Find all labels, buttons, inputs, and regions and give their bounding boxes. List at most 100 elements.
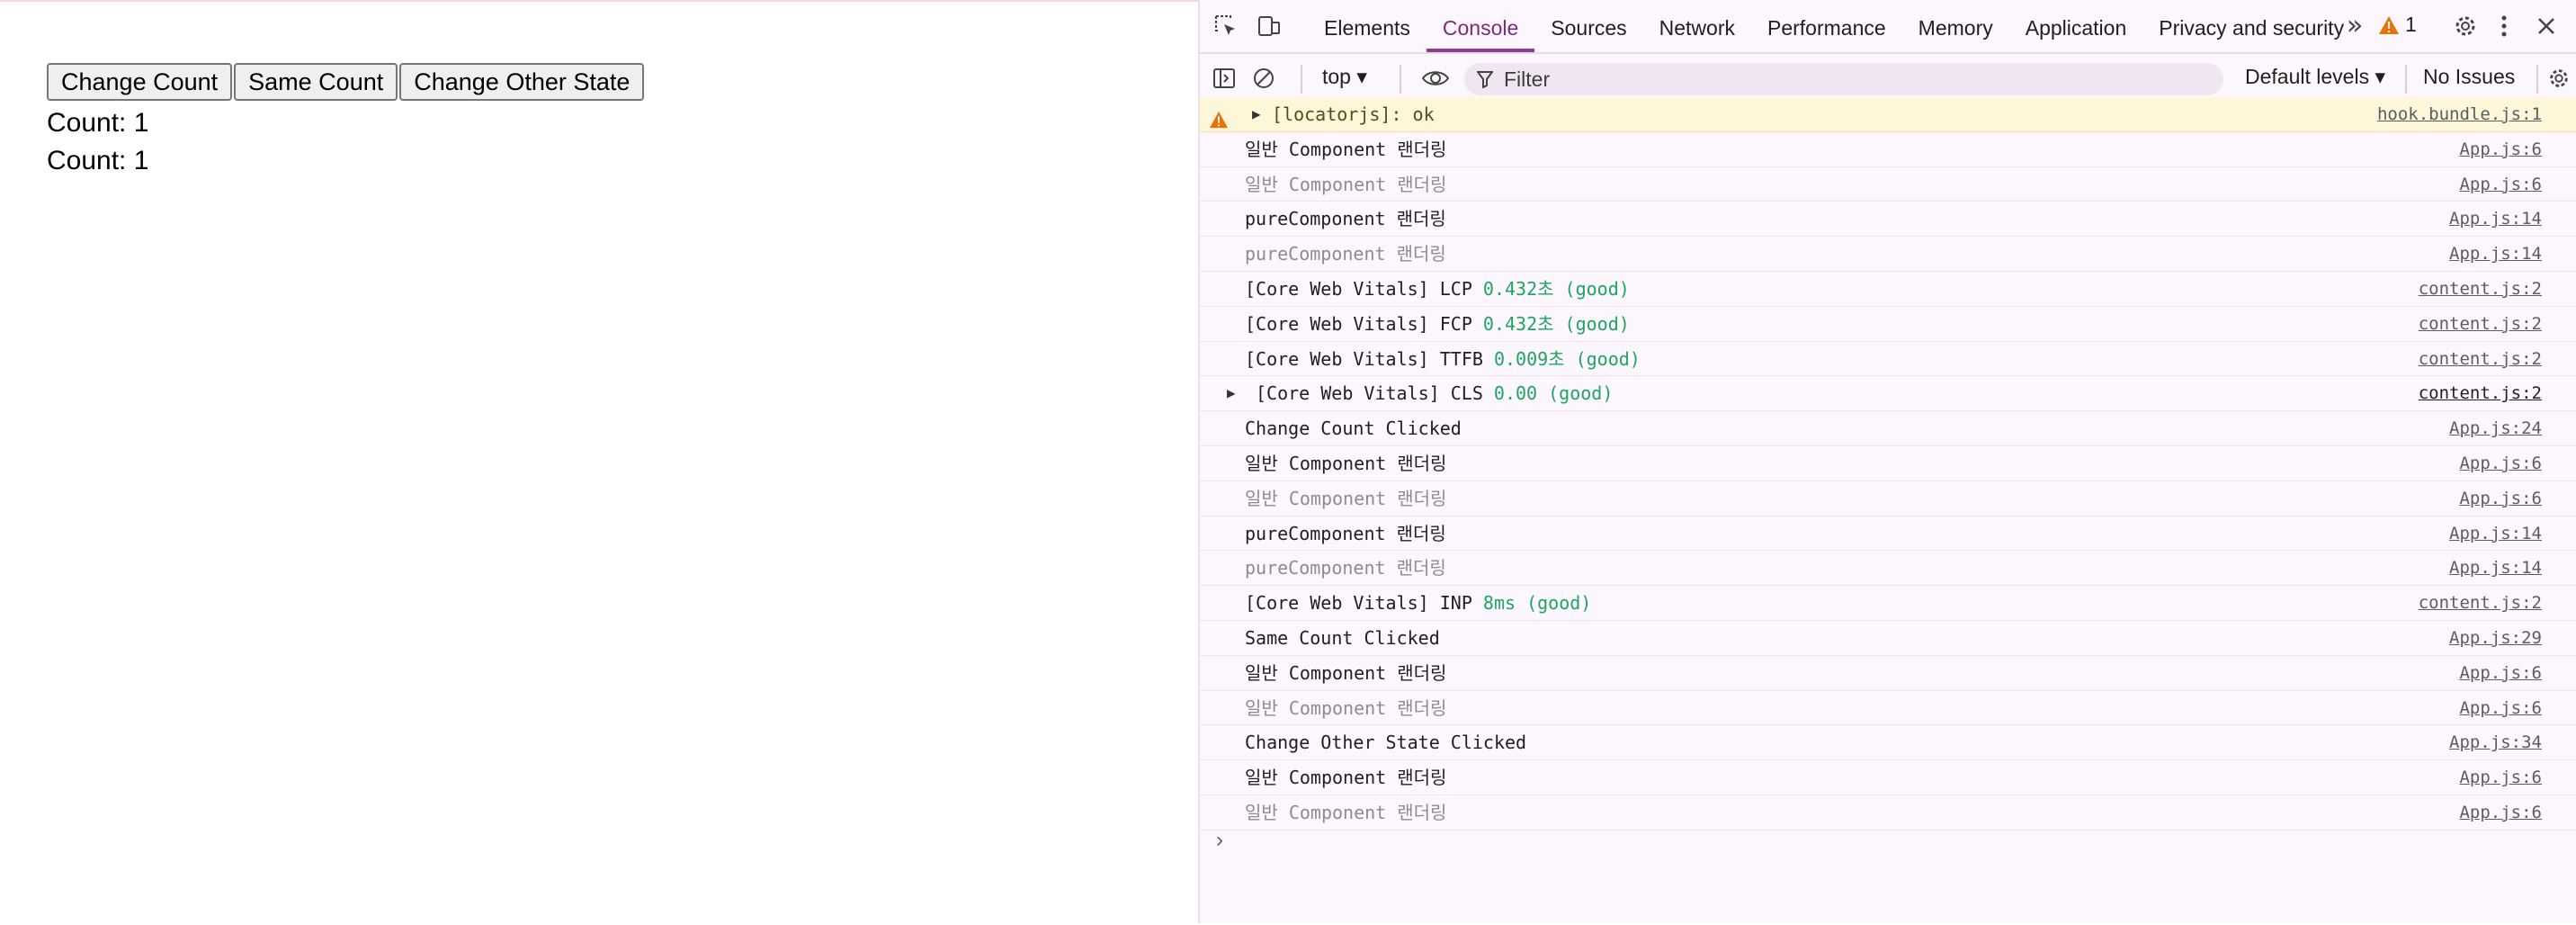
console-message-text: 일반 Component 랜더링 [1245, 452, 1447, 474]
console-message-text: 일반 Component 랜더링 [1245, 801, 1447, 823]
console-message-text: pureComponent 랜더링 [1245, 522, 1446, 544]
warnings-counter[interactable]: 1 [2378, 13, 2417, 37]
live-expression-eye-icon[interactable] [1419, 65, 1452, 92]
more-tabs-icon[interactable]: » [2340, 9, 2369, 41]
tab-memory[interactable]: Memory [1902, 0, 2009, 52]
console-log-row: pureComponent 랜더링 App.js:14 [1200, 202, 2576, 238]
button-row: Change Count Same Count Change Other Sta… [47, 63, 645, 101]
console-message-text: 일반 Component 랜더링 [1245, 173, 1447, 195]
source-link[interactable]: App.js:6 [2459, 132, 2542, 166]
issues-button[interactable]: No Issues [2423, 65, 2515, 89]
console-message-text: 일반 Component 랜더링 [1245, 138, 1447, 160]
console-log-row: 일반 Component 랜더링 App.js:6 [1200, 132, 2576, 167]
devtools-tabs: Elements Console Sources Network Perform… [1308, 0, 2360, 52]
console-log-row: Change Count Clicked App.js:24 [1200, 411, 2576, 446]
tab-console[interactable]: Console [1426, 0, 1535, 52]
source-link[interactable]: App.js:6 [2459, 656, 2542, 690]
toolbar-divider [2405, 65, 2407, 94]
devtools-panel: Elements Console Sources Network Perform… [1198, 0, 2576, 923]
metric-value: 0.432초 (good) [1482, 277, 1630, 300]
source-link[interactable]: App.js:14 [2449, 516, 2542, 551]
source-link[interactable]: content.js:2 [2419, 307, 2542, 341]
source-link[interactable]: content.js:2 [2419, 342, 2542, 376]
devtools-tabbar: Elements Console Sources Network Perform… [1200, 0, 2576, 54]
source-link[interactable]: App.js:6 [2459, 446, 2542, 480]
console-log-row: [Core Web Vitals] TTFB 0.009초 (good) cont… [1200, 342, 2576, 377]
source-link[interactable]: App.js:6 [2459, 481, 2542, 516]
tab-performance[interactable]: Performance [1751, 0, 1902, 52]
filter-box[interactable] [1464, 63, 2223, 95]
change-other-state-button[interactable]: Change Other State [399, 63, 645, 101]
source-link[interactable]: content.js:2 [2419, 376, 2542, 410]
console-message-text: 일반 Component 랜더링 [1245, 767, 1447, 789]
source-link[interactable]: App.js:14 [2449, 202, 2542, 236]
filter-input[interactable] [1502, 66, 2189, 93]
console-message-text: Change Other State Clicked [1245, 732, 1527, 754]
expand-triangle-icon[interactable]: ▶ [1252, 97, 1261, 131]
source-link[interactable]: App.js:29 [2449, 621, 2542, 655]
tab-privacy-security[interactable]: Privacy and security [2142, 0, 2360, 52]
source-link[interactable]: content.js:2 [2419, 272, 2542, 306]
console-message-text: [Core Web Vitals] LCP [1245, 277, 1483, 300]
console-message-text: [locatorjs]: ok [1272, 103, 1435, 125]
console-message-text: Same Count Clicked [1245, 626, 1440, 649]
source-link[interactable]: App.js:6 [2459, 691, 2542, 725]
console-message-text: pureComponent 랜더링 [1245, 557, 1446, 579]
console-message-text: 일반 Component 랜더링 [1245, 661, 1447, 684]
console-settings-gear-icon[interactable] [2545, 65, 2572, 92]
tab-elements[interactable]: Elements [1308, 0, 1427, 52]
toolbar-divider [1400, 65, 1401, 94]
console-log-row: pureComponent 랜더링 App.js:14 [1200, 237, 2576, 272]
device-toolbar-icon[interactable] [1256, 13, 1283, 40]
console-log-row: 일반 Component 랜더링 App.js:6 [1200, 760, 2576, 795]
console-log-row: 일반 Component 랜더링 App.js:6 [1200, 691, 2576, 726]
console-log-row[interactable]: ▶ [Core Web Vitals] CLS 0.00 (good) conten… [1200, 376, 2576, 412]
expand-triangle-icon[interactable]: ▶ [1227, 376, 1236, 410]
console-message-text: pureComponent 랜더링 [1245, 243, 1446, 265]
tab-network[interactable]: Network [1643, 0, 1751, 52]
same-count-button[interactable]: Same Count [234, 63, 398, 101]
console-message-text: Change Count Clicked [1245, 418, 1462, 440]
console-log-row: 일반 Component 랜더링 App.js:6 [1200, 167, 2576, 202]
filter-icon [1477, 71, 1493, 88]
context-selector[interactable]: top ▾ [1322, 65, 1367, 89]
console-log-row: 일반 Component 랜더링 App.js:6 [1200, 795, 2576, 831]
metric-value: 0.009초 (good) [1493, 347, 1641, 370]
log-levels-dropdown[interactable]: Default levels ▾ [2245, 65, 2385, 89]
console-messages: ▶ [locatorjs]: ok hook.bundle.js:1 일반 Compo… [1200, 97, 2576, 831]
count-display-pure: Count: 1 [47, 146, 149, 175]
tab-application[interactable]: Application [2009, 0, 2143, 52]
toolbar-divider [2536, 65, 2538, 94]
source-link[interactable]: App.js:24 [2449, 411, 2542, 445]
warning-icon [2379, 15, 2399, 34]
change-count-button[interactable]: Change Count [47, 63, 233, 101]
console-warning-row[interactable]: ▶ [locatorjs]: ok hook.bundle.js:1 [1200, 97, 2576, 132]
clear-console-icon[interactable] [1250, 65, 1277, 92]
inspect-element-icon[interactable] [1212, 13, 1239, 40]
source-link[interactable]: App.js:6 [2459, 760, 2542, 795]
source-link[interactable]: App.js:6 [2459, 167, 2542, 202]
console-prompt[interactable]: › [1216, 828, 1223, 853]
metric-value: 8ms (good) [1482, 592, 1592, 615]
console-log-row: [Core Web Vitals] INP 8ms (good) content.… [1200, 586, 2576, 621]
source-link[interactable]: App.js:6 [2459, 795, 2542, 830]
kebab-menu-icon[interactable] [2495, 13, 2513, 40]
source-link[interactable]: hook.bundle.js:1 [2377, 97, 2542, 131]
console-message-text: [Core Web Vitals] INP [1245, 592, 1483, 615]
page-viewport: Change Count Same Count Change Other Sta… [0, 0, 1198, 925]
source-link[interactable]: App.js:14 [2449, 237, 2542, 271]
console-log-row: 일반 Component 랜더링 App.js:6 [1200, 656, 2576, 691]
close-devtools-icon[interactable] [2533, 13, 2560, 40]
source-link[interactable]: App.js:34 [2449, 725, 2542, 759]
console-message-text: [Core Web Vitals] CLS [1256, 382, 1494, 405]
console-log-row: [Core Web Vitals] LCP 0.432초 (good) conte… [1200, 272, 2576, 307]
source-link[interactable]: App.js:14 [2449, 551, 2542, 585]
settings-gear-icon[interactable] [2452, 13, 2479, 40]
sidebar-toggle-icon[interactable] [1211, 65, 1238, 92]
warnings-count-label: 1 [2405, 13, 2417, 36]
console-log-row: Same Count Clicked App.js:29 [1200, 621, 2576, 656]
console-message-text: 일반 Component 랜더링 [1245, 696, 1447, 719]
tab-sources[interactable]: Sources [1534, 0, 1642, 52]
metric-value: 0.432초 (good) [1482, 312, 1630, 335]
source-link[interactable]: content.js:2 [2419, 586, 2542, 620]
